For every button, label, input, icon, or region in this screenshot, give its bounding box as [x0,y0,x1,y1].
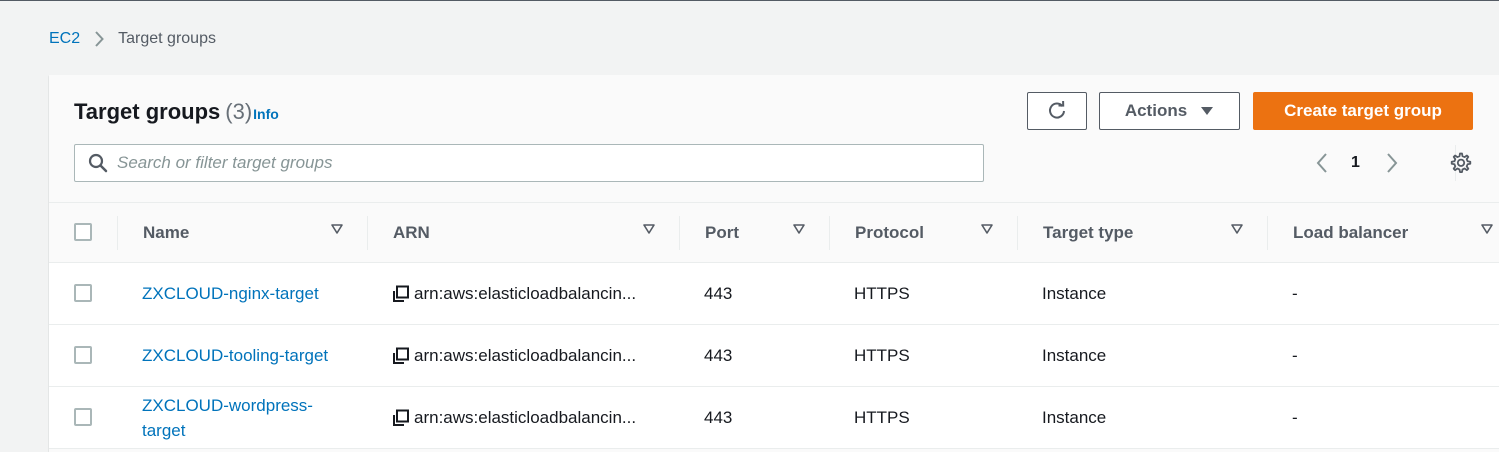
column-header-arn[interactable]: ARN [393,203,679,262]
table-header: Name ARN Port Protocol Target type Load … [49,202,1499,263]
sort-icon[interactable] [1481,224,1493,234]
chevron-left-icon [1315,152,1329,174]
row-checkbox[interactable] [74,284,92,302]
next-page-button[interactable] [1385,152,1399,174]
sort-icon[interactable] [643,224,655,234]
table-row: ZXCLOUD-nginx-target arn:aws:elasticload… [49,263,1499,325]
breadcrumb: EC2 Target groups [49,29,216,49]
item-count: (3) [225,99,253,124]
caret-down-icon [1200,106,1214,116]
gear-icon[interactable] [1450,152,1472,174]
arn-text: arn:aws:elasticloadbalancin... [414,283,637,303]
select-all-checkbox[interactable] [74,223,92,241]
table-row: ZXCLOUD-wordpress- target arn:aws:elasti… [49,387,1499,449]
protocol-cell: HTTPS [854,345,910,365]
port-cell: 443 [704,283,733,303]
sort-icon[interactable] [981,224,993,234]
load-balancer-cell: - [1292,283,1298,303]
row-checkbox[interactable] [74,408,92,426]
column-header-load-balancer[interactable]: Load balancer [1293,203,1499,262]
port-cell: 443 [704,407,733,427]
column-divider [829,216,830,250]
target-type-cell: Instance [1042,283,1107,303]
search-icon [88,153,108,173]
create-target-group-button[interactable]: Create target group [1253,92,1473,130]
previous-page-button[interactable] [1315,152,1329,174]
current-page-number[interactable]: 1 [1351,154,1360,172]
column-header-name-label: Name [143,222,190,242]
create-target-group-label: Create target group [1284,101,1442,120]
target-group-name-link[interactable]: ZXCLOUD-wordpress- target [142,387,313,448]
arn-cell: arn:aws:elasticloadbalancin... [392,325,636,386]
column-header-target-type[interactable]: Target type [1043,203,1267,262]
target-group-name-link[interactable]: ZXCLOUD-nginx-target [142,263,319,324]
sort-icon[interactable] [1231,224,1243,234]
copy-icon[interactable] [392,285,410,303]
target-groups-panel: Target groups (3) Info Actions Create ta… [49,75,1499,452]
arn-text: arn:aws:elasticloadbalancin... [414,345,637,365]
column-header-port-label: Port [705,222,739,242]
load-balancer-cell: - [1292,345,1298,365]
pagination: 1 [1315,149,1399,177]
column-header-port[interactable]: Port [705,203,829,262]
target-group-name-link[interactable]: ZXCLOUD-tooling-target [142,325,328,386]
row-checkbox[interactable] [74,346,92,364]
target-type-cell: Instance [1042,407,1107,427]
column-header-name[interactable]: Name [143,203,367,262]
port-cell: 443 [704,345,733,365]
page-title-text: Target groups [74,99,221,124]
refresh-icon [1047,101,1067,121]
column-divider [117,216,118,250]
page-title: Target groups (3) Info [74,99,279,125]
target-group-name-line-1: ZXCLOUD-wordpress- [142,395,313,415]
arn-cell: arn:aws:elasticloadbalancin... [392,387,636,448]
chevron-right-icon [94,31,104,47]
sort-icon[interactable] [331,224,343,234]
column-header-arn-label: ARN [393,222,430,242]
actions-label: Actions [1124,101,1188,120]
column-header-load-balancer-label: Load balancer [1293,222,1409,242]
column-divider [679,216,680,250]
search-input[interactable] [117,153,957,173]
actions-button[interactable]: Actions [1099,92,1240,130]
target-type-cell: Instance [1042,345,1107,365]
breadcrumb-current: Target groups [118,30,216,47]
chevron-right-icon [1385,152,1399,174]
table-row: ZXCLOUD-tooling-target arn:aws:elasticlo… [49,325,1499,387]
arn-text: arn:aws:elasticloadbalancin... [414,407,637,427]
load-balancer-cell: - [1292,407,1298,427]
column-divider [1017,216,1018,250]
column-header-protocol[interactable]: Protocol [855,203,1017,262]
copy-icon[interactable] [392,347,410,365]
column-divider [367,216,368,250]
search-box [74,144,984,182]
breadcrumb-ec2-link[interactable]: EC2 [49,30,80,48]
column-header-protocol-label: Protocol [855,222,924,242]
target-groups-table: Name ARN Port Protocol Target type Load … [49,202,1499,449]
column-header-target-type-label: Target type [1043,222,1134,242]
window-top-border [0,0,1499,1]
protocol-cell: HTTPS [854,407,910,427]
column-divider [1267,216,1268,250]
copy-icon[interactable] [392,409,410,427]
arn-cell: arn:aws:elasticloadbalancin... [392,263,636,324]
info-link[interactable]: Info [253,106,279,122]
target-group-name-line-2: target [142,420,186,440]
refresh-button[interactable] [1027,92,1087,130]
protocol-cell: HTTPS [854,283,910,303]
sort-icon[interactable] [793,224,805,234]
